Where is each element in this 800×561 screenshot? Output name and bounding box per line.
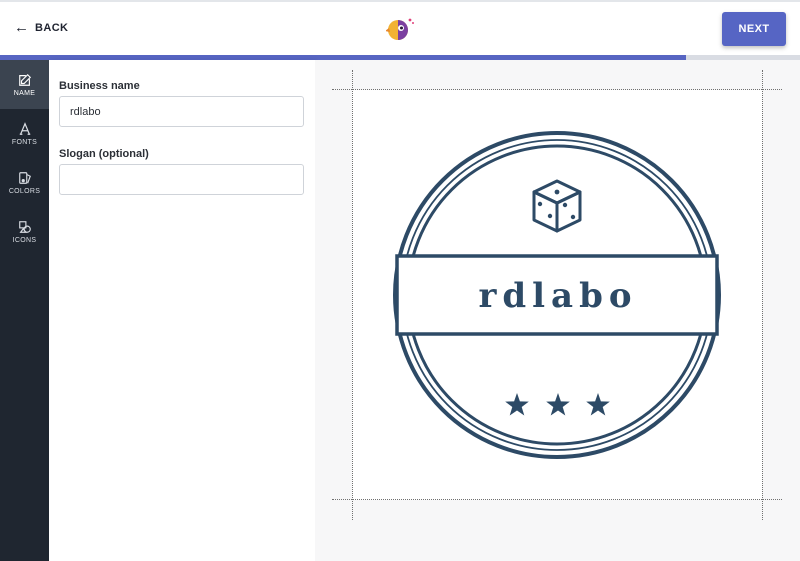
business-name-label: Business name	[59, 80, 140, 92]
guide-line-right	[762, 70, 763, 520]
sidebar-item-label: COLORS	[8, 187, 41, 195]
guide-line-bottom	[332, 499, 782, 500]
next-button[interactable]: NEXT	[722, 12, 786, 46]
logo-text: rdlabo	[478, 276, 638, 316]
edit-icon	[18, 73, 31, 86]
sidebar-item-label: NAME	[13, 89, 36, 97]
sidebar-item-icons[interactable]: ICONS	[0, 207, 49, 256]
sidebar-item-fonts[interactable]: FONTS	[0, 109, 49, 158]
sidebar-item-label: FONTS	[11, 138, 38, 146]
star-icon	[546, 393, 570, 416]
dice-icon	[532, 179, 582, 233]
slogan-label: Slogan (optional)	[59, 148, 149, 160]
shapes-icon	[18, 220, 31, 233]
guide-line-top	[332, 89, 782, 90]
back-label: BACK	[35, 22, 69, 34]
font-icon	[19, 121, 30, 135]
top-bar: ← BACK NEXT	[0, 2, 800, 56]
slogan-input[interactable]	[59, 164, 304, 195]
sidebar-item-name[interactable]: NAME	[0, 60, 49, 109]
arrow-left-icon: ←	[14, 19, 29, 36]
sidebar: NAME FONTS COLORS ICONS	[0, 60, 49, 561]
parrot-logo-icon	[386, 18, 414, 40]
palette-icon	[18, 171, 31, 184]
sidebar-item-label: ICONS	[12, 236, 37, 244]
guide-line-left	[352, 70, 353, 520]
business-name-input[interactable]	[59, 96, 304, 127]
sidebar-item-colors[interactable]: COLORS	[0, 158, 49, 207]
text-settings-panel: Business name Slogan (optional)	[49, 60, 315, 561]
back-button[interactable]: ← BACK	[14, 20, 68, 36]
star-icon	[586, 393, 610, 416]
star-icon	[505, 393, 529, 416]
